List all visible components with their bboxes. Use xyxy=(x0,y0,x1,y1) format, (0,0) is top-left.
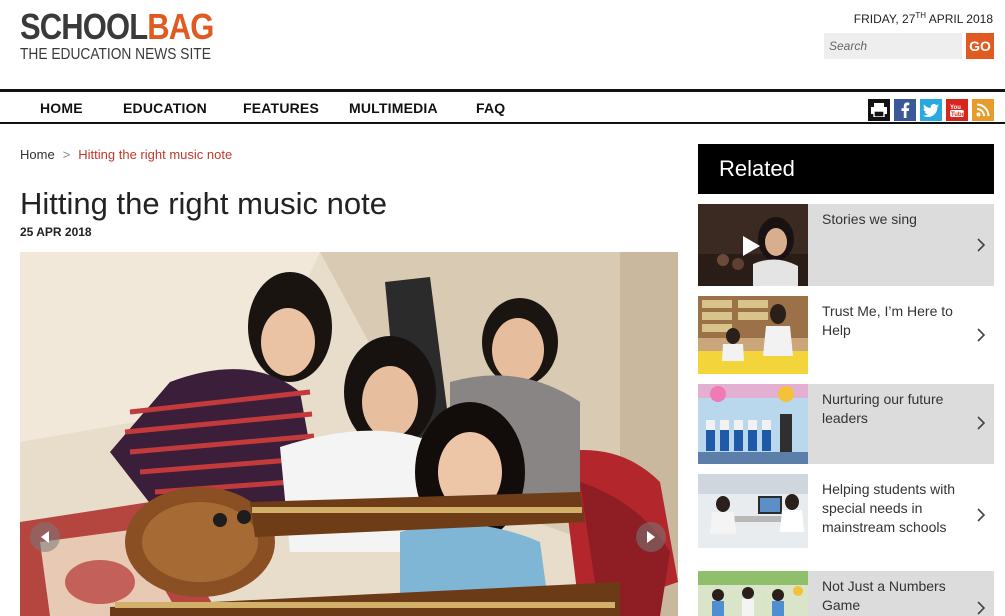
date-month-year: APRIL 2018 xyxy=(926,12,993,26)
search-go-button[interactable]: GO xyxy=(966,33,994,59)
related-item[interactable]: Trust Me, I’m Here to Help xyxy=(698,296,994,374)
search-input[interactable] xyxy=(824,33,962,59)
related-thumbnail xyxy=(698,474,808,548)
nav-item-home[interactable]: HOME xyxy=(40,100,83,116)
nav-item-multimedia[interactable]: MULTIMEDIA xyxy=(349,100,438,116)
nav-item-faq[interactable]: FAQ xyxy=(476,100,505,116)
svg-text:Tube: Tube xyxy=(951,112,965,118)
chevron-right-icon xyxy=(647,531,655,543)
logo-bag-text: BAG xyxy=(147,6,214,47)
facebook-icon[interactable] xyxy=(894,99,916,121)
site-logo[interactable]: SCHOOLBAG THE EDUCATION NEWS SITE xyxy=(20,9,245,64)
main-nav: HOME EDUCATION FEATURES MULTIMEDIA FAQ Y… xyxy=(0,89,1005,124)
related-item-title[interactable]: Nurturing our future leaders xyxy=(822,390,960,428)
logo-tagline: THE EDUCATION NEWS SITE xyxy=(20,46,211,63)
related-item-title[interactable]: Not Just a Numbers Game xyxy=(822,577,960,615)
breadcrumb-current: Hitting the right music note xyxy=(78,147,233,162)
youtube-icon[interactable]: You Tube xyxy=(946,99,968,121)
search-form: GO xyxy=(824,33,994,59)
date-prefix: FRIDAY, 27 xyxy=(853,12,916,26)
chevron-right-icon xyxy=(977,416,986,430)
chevron-right-icon xyxy=(977,508,986,522)
chevron-right-icon xyxy=(977,328,986,342)
related-thumbnail xyxy=(698,296,808,374)
page-title: Hitting the right music note xyxy=(20,186,388,221)
hero-photo xyxy=(20,252,678,616)
related-thumbnail xyxy=(698,384,808,464)
related-item-title[interactable]: Stories we sing xyxy=(822,210,960,229)
related-item[interactable]: Nurturing our future leaders xyxy=(698,384,994,464)
article-date: 25 APR 2018 xyxy=(20,225,92,239)
chevron-left-icon xyxy=(41,531,49,543)
related-item[interactable]: Helping students with special needs in m… xyxy=(698,474,994,556)
related-thumbnail xyxy=(698,571,808,616)
carousel-next-button[interactable] xyxy=(636,522,666,552)
related-item[interactable]: Not Just a Numbers Game xyxy=(698,571,994,616)
related-heading: Related xyxy=(698,144,994,194)
nav-item-education[interactable]: EDUCATION xyxy=(123,100,207,116)
article-hero-image xyxy=(20,252,678,616)
chevron-right-icon xyxy=(977,238,986,252)
rss-icon[interactable] xyxy=(972,99,994,121)
related-item[interactable]: Stories we sing xyxy=(698,204,994,286)
related-thumbnail xyxy=(698,204,808,286)
related-item-title[interactable]: Helping students with special needs in m… xyxy=(822,480,960,537)
nav-item-features[interactable]: FEATURES xyxy=(243,100,319,116)
logo-wordmark: SCHOOLBAG xyxy=(20,9,214,45)
twitter-icon[interactable] xyxy=(920,99,942,121)
print-icon[interactable] xyxy=(868,99,890,121)
logo-school-text: SCHOOL xyxy=(20,6,148,47)
chevron-right-icon xyxy=(977,601,986,615)
related-item-title[interactable]: Trust Me, I’m Here to Help xyxy=(822,302,960,340)
date-suffix-sup: TH xyxy=(915,11,927,20)
breadcrumb-home-link[interactable]: Home xyxy=(20,147,55,162)
breadcrumb-separator: > xyxy=(62,147,71,162)
breadcrumb: Home > Hitting the right music note xyxy=(20,147,232,162)
current-date: FRIDAY, 27TH APRIL 2018 xyxy=(854,11,993,26)
carousel-prev-button[interactable] xyxy=(30,522,60,552)
